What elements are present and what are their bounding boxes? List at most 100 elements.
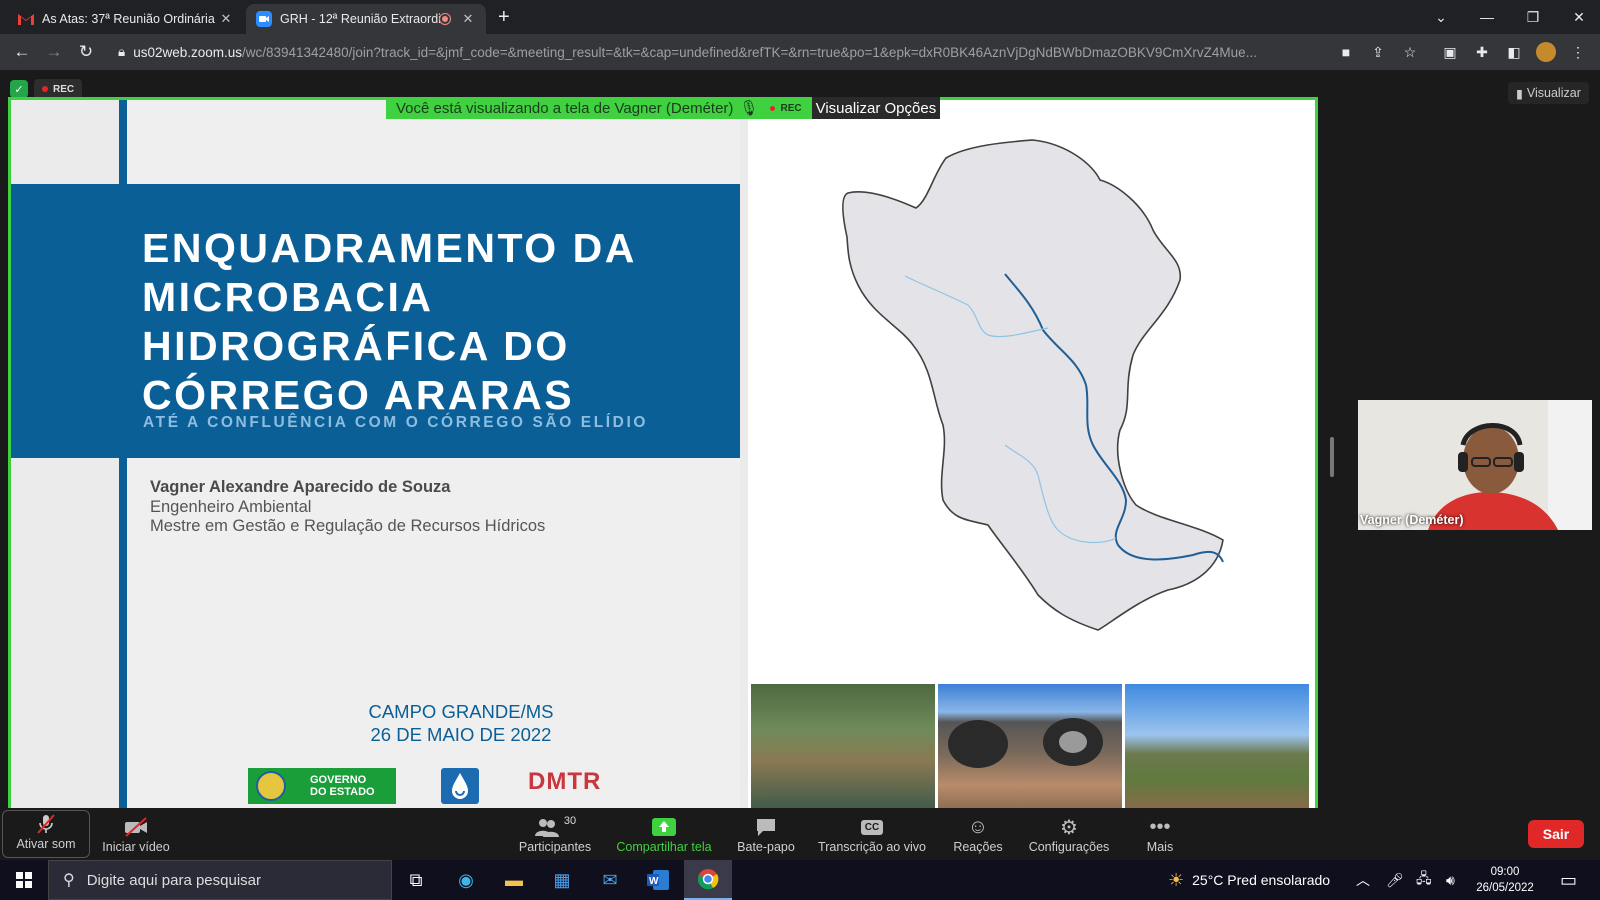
author-role: Engenheiro Ambiental	[150, 497, 312, 516]
gov-logo-line: DO ESTADO	[310, 786, 375, 798]
close-icon[interactable]: ✕	[218, 11, 234, 27]
tab-gmail[interactable]: As Atas: 37ª Reunião Ordinária e ✕	[8, 4, 244, 34]
participant-video[interactable]: Vagner (Deméter)	[1358, 400, 1592, 530]
back-button[interactable]: ←	[10, 40, 34, 64]
gear-icon: ⚙︎	[1060, 816, 1078, 839]
forward-button[interactable]: →	[42, 40, 66, 64]
clock-date: 26/05/2022	[1476, 882, 1534, 894]
author-name: Vagner Alexandre Aparecido de Souza	[150, 478, 451, 496]
participants-icon: 30	[534, 814, 576, 840]
chat-button[interactable]: Bate-papo	[730, 808, 802, 860]
camera-icon[interactable]: ■	[1336, 42, 1356, 62]
water-drop-logo	[441, 768, 479, 804]
share-banner-text: Você está visualizando a tela de Vagner …	[396, 99, 734, 117]
bookmark-star-icon[interactable]: ☆	[1400, 42, 1420, 62]
close-icon[interactable]: ✕	[460, 11, 476, 27]
zoom-meeting-area: ✓ REC ▮ Visualizar ENQUADRAMENTO DA MICRO…	[0, 70, 1600, 808]
title-line: CÓRREGO ARARAS	[142, 372, 575, 418]
gmail-icon	[18, 11, 34, 27]
reload-button[interactable]: ↻	[74, 40, 98, 64]
cc-text: CC	[860, 819, 884, 835]
culvert-illustration	[948, 718, 1103, 768]
tray-chevron-icon[interactable]: ︿	[1356, 860, 1370, 900]
location-date: CAMPO GRANDE/MS 26 DE MAIO DE 2022	[311, 700, 611, 746]
microphone-tray-icon[interactable]: 🎤︎	[1386, 860, 1404, 900]
video-off-icon	[123, 814, 149, 840]
notifications-icon[interactable]: ▭	[1560, 860, 1577, 900]
weather-widget[interactable]: ☀︎ 25°C Pred ensolarado	[1168, 860, 1330, 900]
author-block: Vagner Alexandre Aparecido de Souza Enge…	[150, 478, 545, 537]
task-view-icon[interactable]: ⧉	[392, 860, 440, 900]
reactions-button[interactable]: ☺︎ Reações	[948, 808, 1008, 860]
word-icon[interactable]: W	[634, 860, 682, 900]
close-window-button[interactable]: ✕	[1556, 0, 1600, 34]
recording-badge[interactable]: REC	[34, 79, 83, 99]
address-toolbar: ← → ↻ 🔒︎ us02web.zoom.us/wc/83941342480/…	[0, 34, 1600, 70]
participants-button[interactable]: 30 Participantes	[515, 808, 595, 860]
new-tab-button[interactable]: +	[498, 6, 510, 29]
restore-button[interactable]: ❐	[1510, 0, 1556, 34]
taskbar-search-input[interactable]: ⚲ Digite aqui para pesquisar	[48, 860, 392, 900]
state-crest-icon	[256, 771, 286, 801]
tab-zoom[interactable]: GRH - 12ª Reunião Extraordi ✕	[246, 4, 486, 34]
mail-icon[interactable]: ✉︎	[586, 860, 634, 900]
panel-resize-handle[interactable]	[1330, 437, 1334, 477]
menu-kebab-icon[interactable]: ⋮	[1568, 42, 1588, 62]
view-button[interactable]: ▮ Visualizar	[1508, 82, 1589, 104]
url-field[interactable]: 🔒︎ us02web.zoom.us/wc/83941342480/join?t…	[108, 38, 1318, 66]
file-explorer-icon[interactable]: ▬	[490, 860, 538, 900]
muted-mic-icon	[35, 811, 57, 837]
share-screen-button[interactable]: Compartilhar tela	[612, 808, 716, 860]
share-screen-icon	[652, 814, 676, 840]
windows-start-icon[interactable]	[0, 860, 48, 900]
viewing-share-notice: Você está visualizando a tela de Vagner …	[386, 97, 812, 119]
settings-label: Configurações	[1028, 840, 1110, 854]
slide-title-panel: ENQUADRAMENTO DA MICROBACIA HIDROGRÁFICA…	[11, 100, 748, 808]
culvert-photo	[938, 684, 1122, 808]
date-label: 26 DE MAIO DE 2022	[370, 724, 552, 745]
more-button[interactable]: ••• Mais	[1140, 808, 1180, 860]
share-view-banner: Você está visualizando a tela de Vagner …	[386, 97, 941, 119]
weather-text: 25°C Pred ensolarado	[1192, 872, 1331, 888]
side-panel-icon[interactable]: ◧	[1504, 42, 1524, 62]
shared-screen: ENQUADRAMENTO DA MICROBACIA HIDROGRÁFICA…	[8, 97, 1318, 808]
store-icon[interactable]: ▦	[538, 860, 586, 900]
minimize-button[interactable]: —	[1464, 0, 1510, 34]
participants-count: 30	[563, 815, 577, 827]
system-clock[interactable]: 09:00 26/05/2022	[1470, 864, 1540, 896]
edge-browser-icon[interactable]: ◉	[442, 860, 490, 900]
url-path: /wc/83941342480/join?track_id=&jmf_code=…	[242, 44, 1257, 60]
profile-avatar[interactable]	[1536, 42, 1556, 62]
leave-button[interactable]: Sair	[1528, 820, 1584, 848]
url-host: us02web.zoom.us	[133, 44, 242, 60]
view-options-button[interactable]: Visualizar Opções	[811, 97, 941, 119]
extension-icon[interactable]: ▣	[1440, 42, 1460, 62]
clock-time: 09:00	[1490, 866, 1520, 878]
more-dots-icon: •••	[1149, 815, 1171, 838]
sun-cloud-icon: ☀︎	[1168, 869, 1185, 890]
extensions-puzzle-icon[interactable]: ✚	[1472, 42, 1492, 62]
live-transcript-button[interactable]: CC Transcrição ao vivo	[812, 808, 932, 860]
participants-label: Participantes	[518, 840, 592, 854]
start-video-button[interactable]: Iniciar vídeo	[100, 808, 172, 860]
security-shield-icon[interactable]: ✓	[10, 80, 28, 98]
smiley-icon: ☺︎	[967, 815, 989, 838]
muted-mic-icon: 🎙︎	[739, 100, 759, 117]
share-screen-label: Compartilhar tela	[616, 840, 712, 854]
tab-search-chevron-icon[interactable]: ⌄	[1418, 0, 1464, 34]
network-icon[interactable]: 🖧︎	[1416, 860, 1432, 900]
chat-label: Bate-papo	[737, 840, 795, 854]
closed-captions-icon: CC	[860, 814, 884, 840]
rec-dot-icon	[770, 105, 776, 111]
chrome-icon[interactable]	[684, 860, 732, 900]
participant-name: Vagner (Deméter)	[1360, 513, 1464, 527]
view-label: Visualizar	[1526, 86, 1581, 100]
volume-icon[interactable]: 🔊︎	[1446, 860, 1455, 900]
view-layout-icon: ▮	[1516, 86, 1523, 101]
gov-logo-line: GOVERNO	[310, 774, 367, 786]
settings-button[interactable]: ⚙︎ Configurações	[1024, 808, 1114, 860]
share-page-icon[interactable]: ⇪	[1368, 42, 1388, 62]
unmute-button[interactable]: Ativar som	[2, 810, 90, 858]
tab-title: As Atas: 37ª Reunião Ordinária e	[42, 12, 218, 26]
unmute-label: Ativar som	[16, 837, 76, 851]
